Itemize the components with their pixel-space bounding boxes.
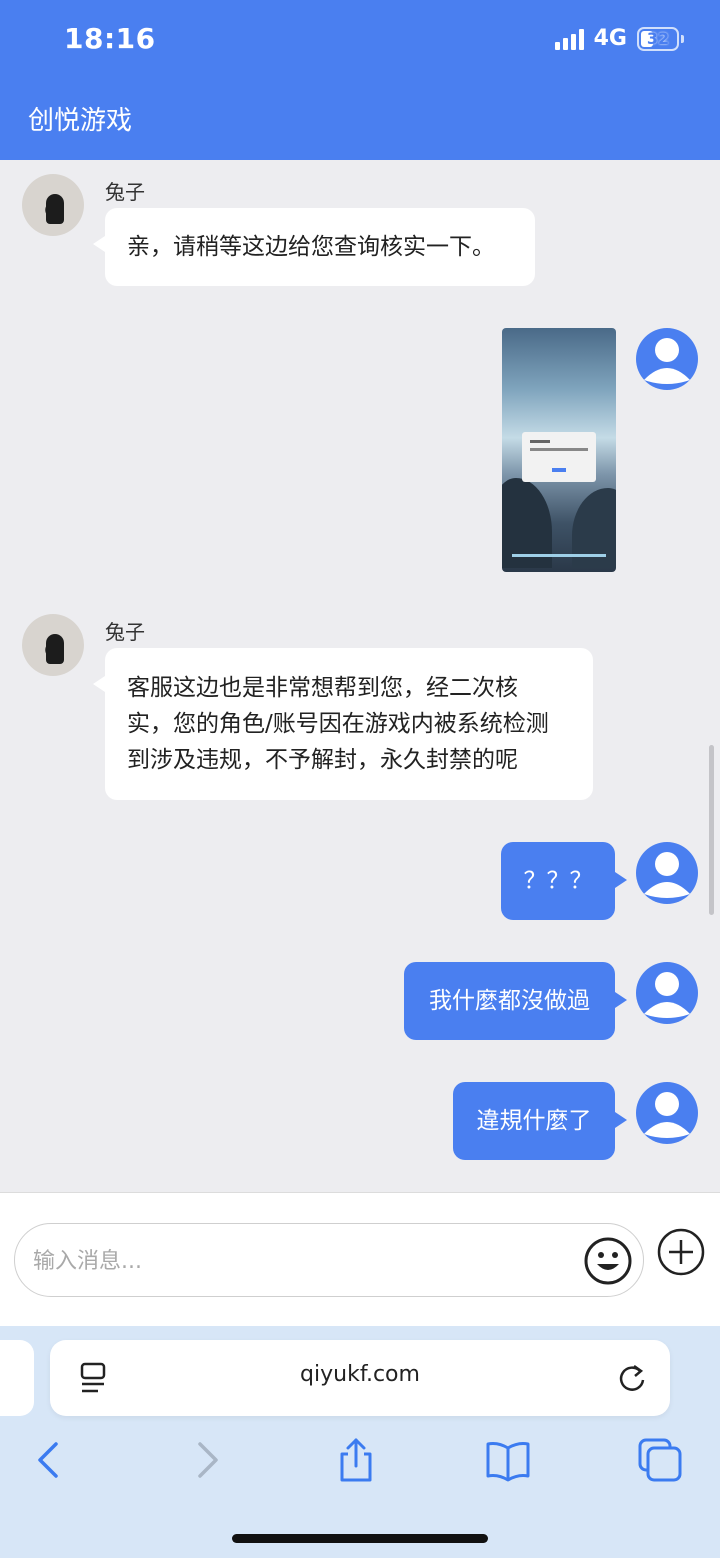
message-input[interactable] [33,1242,573,1280]
home-indicator[interactable] [232,1534,488,1543]
message-line: 实，您的角色/账号因在游戏内被系统检测 [127,711,549,737]
page-title: 创悦游戏 [28,106,133,136]
user-avatar[interactable] [636,1082,698,1144]
message-bubble-incoming[interactable]: 亲，请稍等这边给您查询核实一下。 [93,208,535,286]
message-bubble-incoming[interactable]: 客服这边也是非常想帮到您，经二次核 实，您的角色/账号因在游戏内被系统检测 到涉… [93,648,593,800]
message-line: 客服这边也是非常想帮到您，经二次核 [127,675,518,701]
forward-icon[interactable] [182,1436,230,1484]
message-text: 違規什麼了 [476,1108,592,1134]
message-text: ？？？ [523,868,593,894]
share-icon[interactable] [332,1436,380,1484]
agent-avatar[interactable] [22,614,84,676]
message-bubble-outgoing[interactable]: 違規什麼了 [453,1082,627,1160]
tabs-icon[interactable] [636,1436,684,1484]
message-bubble-outgoing[interactable]: 我什麼都沒做過 [404,962,627,1040]
chat-area[interactable]: 兔子 亲，请稍等这边给您查询核实一下。 兔子 客服这边也是非常想帮到您，经二次核… [0,160,720,1192]
status-time: 18:16 [64,22,156,55]
network-type: 4G [593,26,627,51]
user-avatar[interactable] [636,328,698,390]
scrollbar[interactable] [709,745,714,915]
battery-icon: 32 [637,26,679,51]
agent-avatar[interactable] [22,174,84,236]
composer [0,1192,720,1326]
battery-level: 32 [646,29,670,48]
user-silhouette-icon [644,338,690,384]
url-text: qiyukf.com [300,1362,420,1387]
message-input-wrapper[interactable] [14,1223,644,1297]
message-bubble-outgoing[interactable]: ？？？ [501,842,627,920]
top-bar: 18:16 4G 32 创悦游戏 [0,0,720,160]
plus-icon[interactable] [656,1227,706,1277]
user-silhouette-icon [644,972,690,1018]
emoji-icon[interactable] [583,1236,633,1286]
reload-icon[interactable] [616,1362,648,1394]
browser-toolbar: qiyukf.com [0,1326,720,1558]
message-text: 我什麼都沒做過 [429,988,590,1014]
back-icon[interactable] [26,1436,74,1484]
bookmarks-icon[interactable] [484,1436,532,1484]
previous-tab[interactable] [0,1340,34,1416]
user-silhouette-icon [644,852,690,898]
message-text: 亲，请稍等这边给您查询核实一下。 [127,234,495,260]
sender-name: 兔子 [105,620,145,644]
user-silhouette-icon [644,1092,690,1138]
address-bar[interactable]: qiyukf.com [50,1340,670,1416]
message-line: 到涉及违规，不予解封，永久封禁的呢 [127,747,518,773]
image-dialog-shape [522,432,596,482]
user-avatar[interactable] [636,842,698,904]
battery-cap [681,34,684,43]
status-indicators: 4G 32 [554,26,684,51]
user-avatar[interactable] [636,962,698,1024]
sender-name: 兔子 [105,180,145,204]
signal-icon [554,28,584,50]
message-image[interactable] [502,328,616,572]
